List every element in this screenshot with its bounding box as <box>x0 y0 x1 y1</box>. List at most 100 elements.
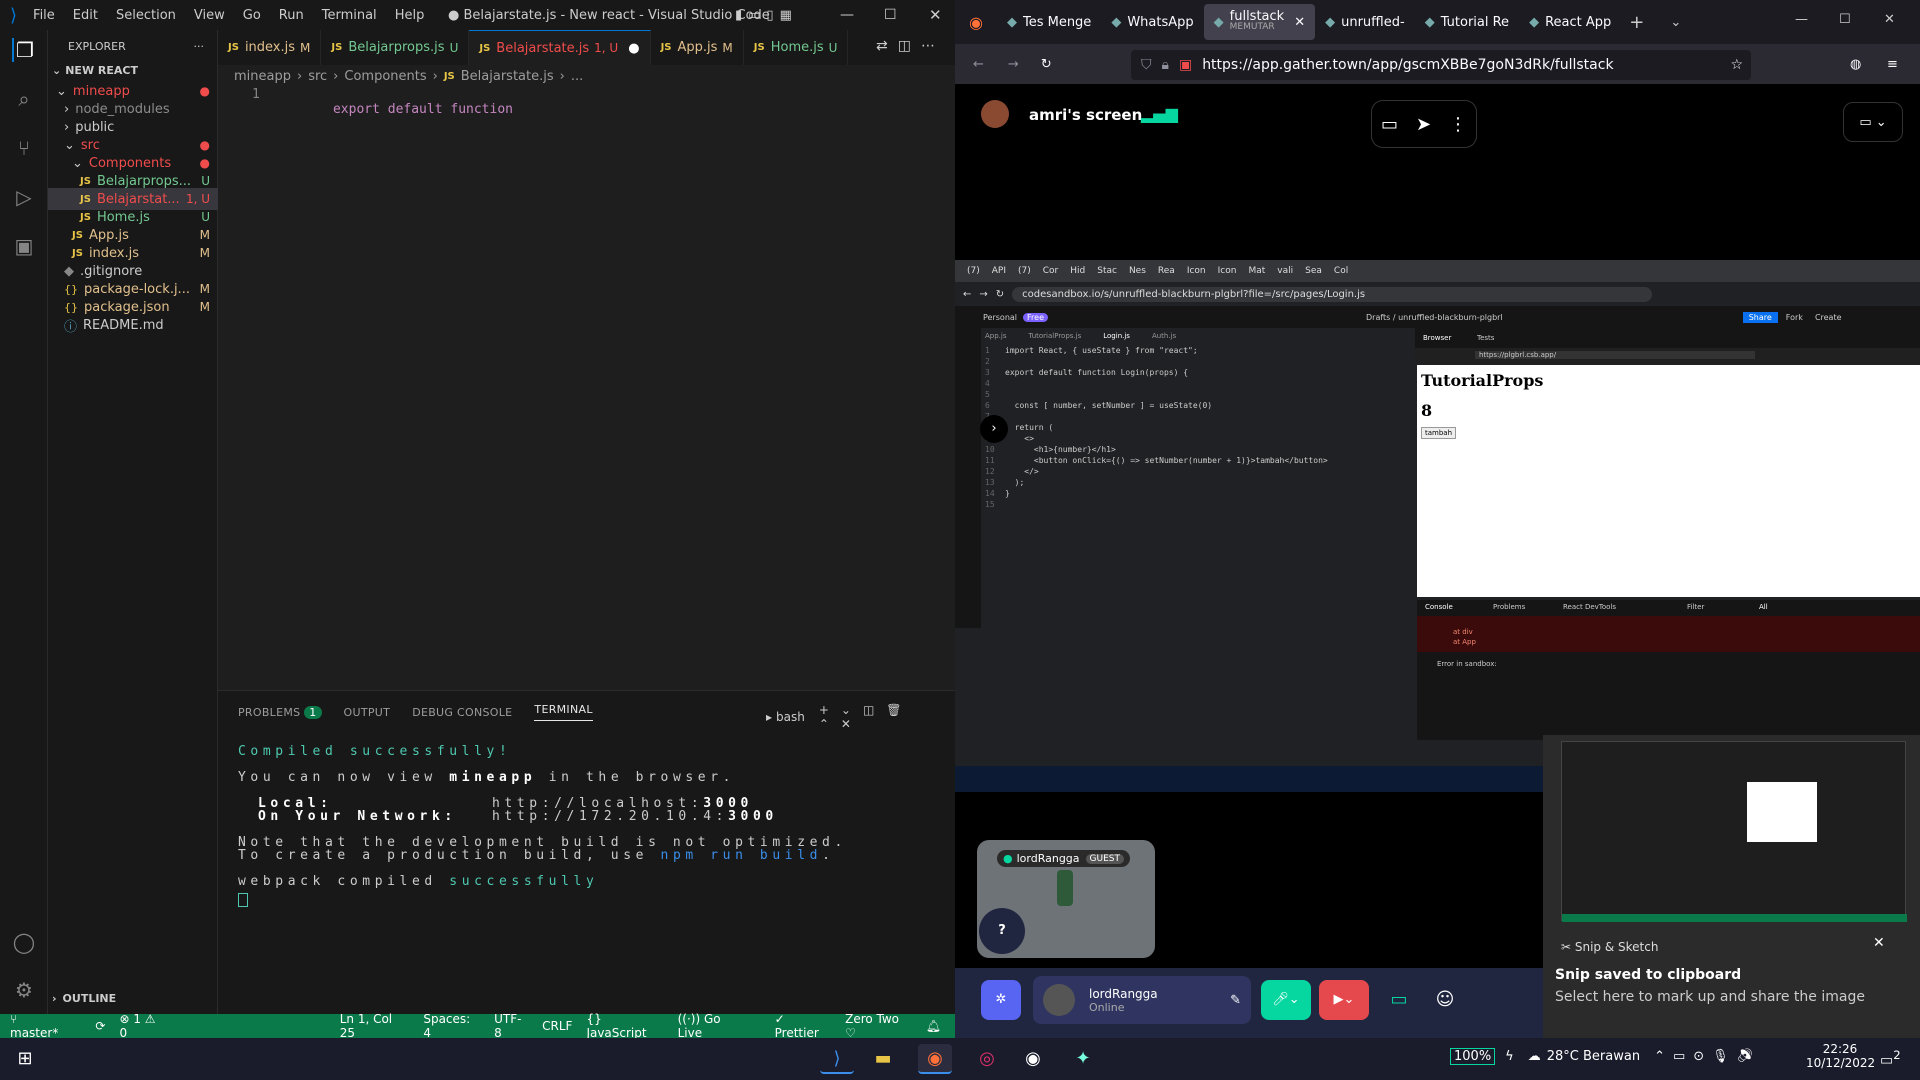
close-button[interactable]: ✕ <box>929 6 942 24</box>
breadcrumb-item[interactable]: ... <box>571 69 583 84</box>
minimize-button[interactable]: — <box>1795 12 1808 27</box>
tree-item[interactable]: ⓘ README.md <box>48 314 218 336</box>
screen-share-icon[interactable]: ▣ <box>1179 57 1192 73</box>
file-explorer-icon[interactable]: ▬ <box>866 1044 900 1074</box>
editor-tab[interactable]: JS Belajarstate.js 1, U ● <box>469 30 651 65</box>
encoding[interactable]: UTF-8 <box>494 1012 528 1038</box>
close-button[interactable]: ✕ <box>1884 12 1895 27</box>
firefox-view-icon[interactable]: ◉ <box>969 13 983 32</box>
instagram-icon[interactable]: ◎ <box>970 1044 1004 1074</box>
list-tabs-icon[interactable]: ⌄ <box>1670 15 1681 30</box>
notification-center-icon[interactable]: ▭2 <box>1880 1048 1901 1069</box>
menu-go[interactable]: Go <box>243 8 261 23</box>
tab-debug-console[interactable]: DEBUG CONSOLE <box>412 706 512 719</box>
theme[interactable]: Zero Two ♡ <box>845 1012 912 1038</box>
prettier[interactable]: ✓ Prettier <box>775 1012 831 1038</box>
back-icon[interactable]: ← <box>973 57 984 72</box>
forward-icon[interactable]: → <box>1008 57 1019 72</box>
run-debug-icon[interactable]: ▷ <box>12 185 36 209</box>
outline-section[interactable]: › OUTLINE <box>52 992 116 1005</box>
explorer-icon[interactable]: ❐ <box>12 38 36 62</box>
menu-terminal[interactable]: Terminal <box>322 8 377 23</box>
lock-icon[interactable]: 🔒︎ <box>1162 57 1169 73</box>
menu-file[interactable]: File <box>33 8 55 23</box>
gather-menu-icon[interactable]: ✲ <box>981 980 1021 1020</box>
menu-selection[interactable]: Selection <box>116 8 176 23</box>
browser-tab[interactable]: ◆ Tes Menge <box>997 4 1101 40</box>
start-icon[interactable]: ⊞ <box>8 1044 42 1074</box>
cursor-position[interactable]: Ln 1, Col 25 <box>340 1012 410 1038</box>
extensions-icon[interactable]: ▣ <box>12 234 36 258</box>
weather[interactable]: 28°C Berawan <box>1547 1049 1640 1064</box>
source-control-icon[interactable]: ⑂ <box>12 136 36 160</box>
editor-tab[interactable]: JS App.js M <box>651 30 744 65</box>
view-options-button[interactable]: ▭ ⌄ <box>1843 102 1903 142</box>
minimap[interactable]: ● lordRangga GUEST ? <box>977 840 1155 958</box>
editor[interactable]: mineapp › src › Components › JS Belajarstate… <box>218 65 955 690</box>
clock[interactable]: 22:26 10/12/2022 <box>1806 1042 1875 1070</box>
eol[interactable]: CRLF <box>542 1019 572 1033</box>
snip-notification[interactable]: ✂ Snip & Sketch ✕ Snip saved to clipboar… <box>1543 735 1920 1038</box>
cursor-icon[interactable]: ➤ <box>1416 114 1431 135</box>
close-tab-icon[interactable]: ✕ <box>1294 15 1305 30</box>
maximize-button[interactable]: ☐ <box>884 7 897 23</box>
problems-status[interactable]: ⊗ 1 ⚠ 0 <box>119 1012 165 1038</box>
url-text[interactable]: https://app.gather.town/app/gscmXBBe7goN… <box>1202 57 1613 73</box>
more-actions-icon[interactable]: ··· <box>194 40 205 53</box>
battery-level[interactable]: 100% <box>1450 1048 1496 1065</box>
camera-off-button[interactable]: ▶⌄ <box>1319 980 1369 1020</box>
browser-tab[interactable]: ◆ fullstack MEMUTAR ✕ <box>1203 4 1316 40</box>
reload-icon[interactable]: ↻ <box>1041 57 1052 72</box>
breadcrumb-item[interactable]: Belajarstate.js <box>461 69 554 84</box>
editor-tab[interactable]: JS Belajarprops.js U <box>321 30 470 65</box>
url-bar[interactable]: ⛉ 🔒︎ ▣ https://app.gather.town/app/gscmX… <box>1131 50 1751 80</box>
tab-problems[interactable]: PROBLEMS 1 <box>238 705 322 719</box>
expand-sidebar-icon[interactable]: › <box>980 415 1008 443</box>
tray-icons[interactable]: ⌃▭⊙🎙︎🔊︎ <box>1654 1049 1761 1064</box>
pocket-icon[interactable]: ◍ <box>1850 57 1861 72</box>
menu-view[interactable]: View <box>194 8 225 23</box>
monitor-icon[interactable]: ▭ <box>1381 114 1398 135</box>
edit-icon[interactable]: ✎ <box>1230 993 1241 1008</box>
microphone-button[interactable]: 🎤︎⌄ <box>1261 980 1311 1020</box>
settings-gear-icon[interactable]: ⚙ <box>12 978 36 1002</box>
browser-tab[interactable]: ◆ Tutorial Re <box>1415 4 1519 40</box>
emoji-button[interactable]: ☺ <box>1425 980 1465 1020</box>
breadcrumb-item[interactable]: Components <box>344 69 426 84</box>
screen-share-button[interactable]: ▭ <box>1379 980 1419 1020</box>
indentation[interactable]: Spaces: 4 <box>423 1012 480 1038</box>
account-icon[interactable]: ◯ <box>12 930 36 954</box>
branch[interactable]: ⑂ master* <box>10 1012 81 1038</box>
firefox-taskbar-icon[interactable]: ◉ <box>918 1044 952 1074</box>
unsaved-dot-icon[interactable]: ● <box>628 41 639 56</box>
project-header[interactable]: ⌄ NEW REACT <box>52 64 138 77</box>
sync-icon[interactable]: ⟳ <box>95 1019 105 1033</box>
shield-icon[interactable]: ⛉ <box>1141 57 1152 73</box>
editor-tab[interactable]: JS Home.js U <box>744 30 849 65</box>
browser-tab[interactable]: ◆ WhatsApp <box>1101 4 1203 40</box>
weather-icon[interactable]: ☁ <box>1528 1049 1541 1064</box>
obs-icon[interactable]: ◉ <box>1016 1044 1050 1074</box>
tab-terminal[interactable]: TERMINAL <box>534 703 593 721</box>
menu-edit[interactable]: Edit <box>73 8 98 23</box>
menu-run[interactable]: Run <box>279 8 304 23</box>
editor-actions[interactable]: ⇄◫⋯ <box>876 38 945 54</box>
new-tab-button[interactable]: + <box>1629 12 1644 33</box>
notifications-bell-icon[interactable]: 🔔︎ <box>926 1019 941 1033</box>
new-terminal-icon[interactable]: +⌄◫🗑︎⌃✕ <box>819 703 955 731</box>
search-icon[interactable]: ⌕ <box>12 87 36 111</box>
shell-name[interactable]: bash <box>776 710 805 724</box>
minimize-button[interactable]: — <box>840 7 854 23</box>
menu-icon[interactable]: ≡ <box>1887 57 1898 72</box>
breadcrumb-item[interactable]: src <box>308 69 327 84</box>
help-button[interactable]: ? <box>979 908 1025 954</box>
maximize-button[interactable]: ☐ <box>1839 12 1851 27</box>
layout-toggle-icons[interactable]: ▮▭▯▦ <box>735 8 798 23</box>
bookmark-star-icon[interactable]: ☆ <box>1730 57 1743 73</box>
user-card[interactable]: lordRangga Online ✎ <box>1033 976 1251 1024</box>
browser-tab[interactable]: ◆ React App <box>1519 4 1621 40</box>
language-mode[interactable]: {} JavaScript <box>586 1012 663 1038</box>
breadcrumb-item[interactable]: mineapp <box>234 69 291 84</box>
more-icon[interactable]: ⋮ <box>1449 114 1467 135</box>
browser-tab[interactable]: ◆ unruffled- <box>1315 4 1415 40</box>
